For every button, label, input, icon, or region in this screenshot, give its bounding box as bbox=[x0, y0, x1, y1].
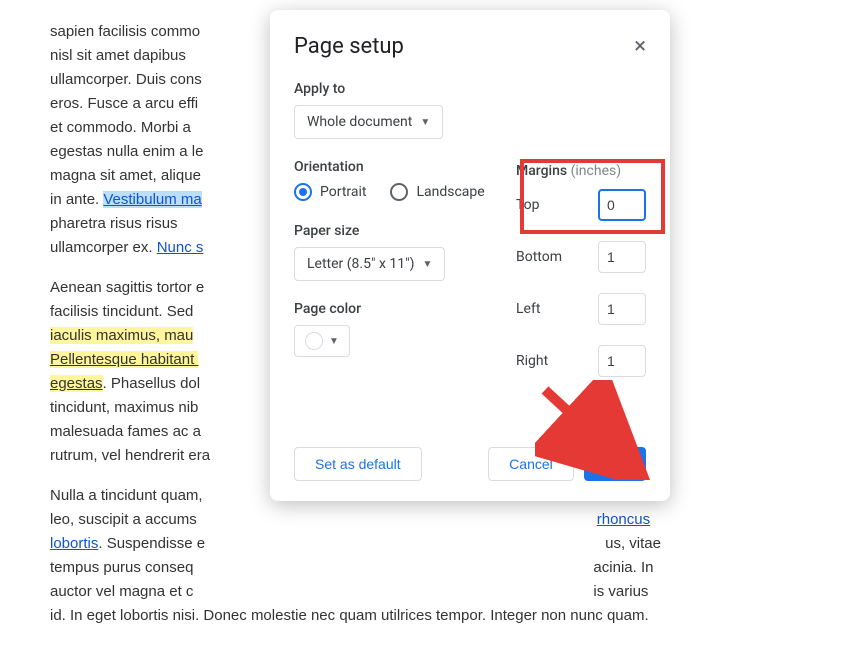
margin-top-label: Top bbox=[516, 197, 588, 213]
dialog-title: Page setup bbox=[294, 34, 404, 59]
orientation-label: Orientation bbox=[294, 159, 496, 175]
cancel-button[interactable]: Cancel bbox=[488, 447, 574, 481]
page-setup-dialog: Page setup × Apply to Whole document ▼ O… bbox=[270, 10, 670, 501]
radio-unselected-icon bbox=[390, 183, 408, 201]
margin-bottom-input[interactable] bbox=[598, 241, 646, 273]
landscape-radio[interactable]: Landscape bbox=[390, 183, 484, 201]
caret-down-icon: ▼ bbox=[329, 336, 339, 347]
paper-size-dropdown[interactable]: Letter (8.5" x 11") ▼ bbox=[294, 247, 445, 281]
paper-size-label: Paper size bbox=[294, 223, 496, 239]
margin-top-input[interactable] bbox=[598, 189, 646, 221]
paper-size-value: Letter (8.5" x 11") bbox=[307, 256, 414, 272]
portrait-label: Portrait bbox=[320, 184, 366, 200]
apply-to-dropdown[interactable]: Whole document ▼ bbox=[294, 105, 443, 139]
caret-down-icon: ▼ bbox=[422, 259, 432, 270]
margin-left-input[interactable] bbox=[598, 293, 646, 325]
radio-selected-icon bbox=[294, 183, 312, 201]
margins-label: Margins (inches) bbox=[516, 163, 646, 179]
page-color-label: Page color bbox=[294, 301, 496, 317]
apply-to-value: Whole document bbox=[307, 114, 412, 130]
margin-right-label: Right bbox=[516, 353, 588, 369]
page-color-dropdown[interactable]: ▼ bbox=[294, 325, 350, 357]
portrait-radio[interactable]: Portrait bbox=[294, 183, 366, 201]
ok-button[interactable]: OK bbox=[584, 447, 646, 481]
landscape-label: Landscape bbox=[416, 184, 484, 200]
caret-down-icon: ▼ bbox=[420, 117, 430, 128]
set-as-default-button[interactable]: Set as default bbox=[294, 447, 422, 481]
color-swatch-icon bbox=[305, 332, 323, 350]
margin-left-label: Left bbox=[516, 301, 588, 317]
margin-right-input[interactable] bbox=[598, 345, 646, 377]
apply-to-label: Apply to bbox=[294, 81, 496, 97]
margin-bottom-label: Bottom bbox=[516, 249, 588, 265]
close-icon[interactable]: × bbox=[634, 36, 646, 58]
